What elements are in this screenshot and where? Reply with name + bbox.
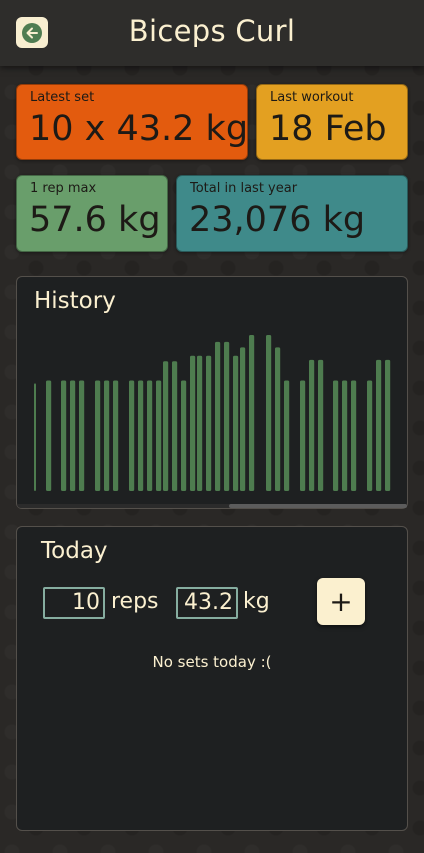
- empty-sets-message: No sets today :(: [152, 653, 272, 671]
- history-bar: [233, 355, 239, 491]
- history-bar: [129, 380, 135, 491]
- history-bar: [284, 380, 290, 491]
- total-last-year-card: Total in last year 23,076 kg: [176, 175, 408, 252]
- history-bar: [147, 380, 153, 491]
- latest-set-card: Latest set 10 x 43.2 kg: [16, 84, 248, 160]
- history-bar: [318, 359, 324, 491]
- history-bar: [224, 341, 230, 491]
- history-bar: [385, 359, 391, 491]
- history-bar: [138, 380, 144, 491]
- latest-set-label: Latest set: [30, 90, 95, 105]
- history-bar: [249, 335, 255, 491]
- history-bar: [266, 335, 272, 491]
- history-bar: [61, 380, 67, 491]
- history-bar: [300, 380, 306, 491]
- history-bar: [34, 383, 36, 491]
- history-bar: [113, 380, 119, 491]
- history-bar: [206, 355, 212, 491]
- history-bar: [104, 380, 110, 491]
- history-bar: [309, 359, 315, 491]
- add-set-button[interactable]: +: [317, 578, 365, 625]
- today-panel: Today 10 reps 43.2 kg + No sets today :(: [16, 526, 408, 831]
- one-rep-max-card: 1 rep max 57.6 kg: [16, 175, 168, 252]
- reps-unit-label: reps: [111, 589, 159, 614]
- history-bar: [197, 355, 203, 491]
- history-scrollbar[interactable]: [17, 504, 407, 508]
- history-bar: [240, 347, 246, 491]
- history-bar: [342, 380, 348, 491]
- weight-unit-label: kg: [243, 589, 270, 614]
- last-workout-label: Last workout: [270, 90, 354, 105]
- history-bar: [367, 380, 373, 491]
- weight-input[interactable]: 43.2: [176, 587, 238, 619]
- history-chart[interactable]: [34, 333, 406, 493]
- last-workout-value: 18 Feb: [269, 109, 387, 149]
- page-title: Biceps Curl: [128, 14, 296, 48]
- history-bar: [163, 361, 169, 491]
- history-title: History: [34, 288, 116, 314]
- history-bar: [95, 380, 101, 491]
- one-rep-max-value: 57.6 kg: [29, 200, 161, 240]
- history-scrollbar-thumb[interactable]: [229, 504, 407, 508]
- today-title: Today: [41, 538, 108, 564]
- one-rep-max-label: 1 rep max: [30, 181, 97, 196]
- last-workout-card: Last workout 18 Feb: [256, 84, 408, 160]
- history-bar: [46, 380, 52, 491]
- history-bar: [181, 380, 187, 491]
- history-bar: [172, 361, 178, 491]
- history-bar: [156, 380, 162, 491]
- app-header: Biceps Curl: [0, 0, 424, 66]
- history-bar: [333, 380, 339, 491]
- reps-input[interactable]: 10: [43, 587, 105, 619]
- total-last-year-label: Total in last year: [190, 181, 298, 196]
- history-bar: [275, 347, 281, 491]
- history-bar: [351, 380, 357, 491]
- latest-set-value: 10 x 43.2 kg: [29, 109, 249, 149]
- history-panel: History: [16, 276, 408, 509]
- history-bar: [70, 380, 76, 491]
- history-bar: [190, 355, 196, 491]
- history-bar: [376, 359, 382, 491]
- total-last-year-value: 23,076 kg: [189, 200, 366, 240]
- history-bar: [79, 380, 85, 491]
- history-bar: [215, 341, 221, 491]
